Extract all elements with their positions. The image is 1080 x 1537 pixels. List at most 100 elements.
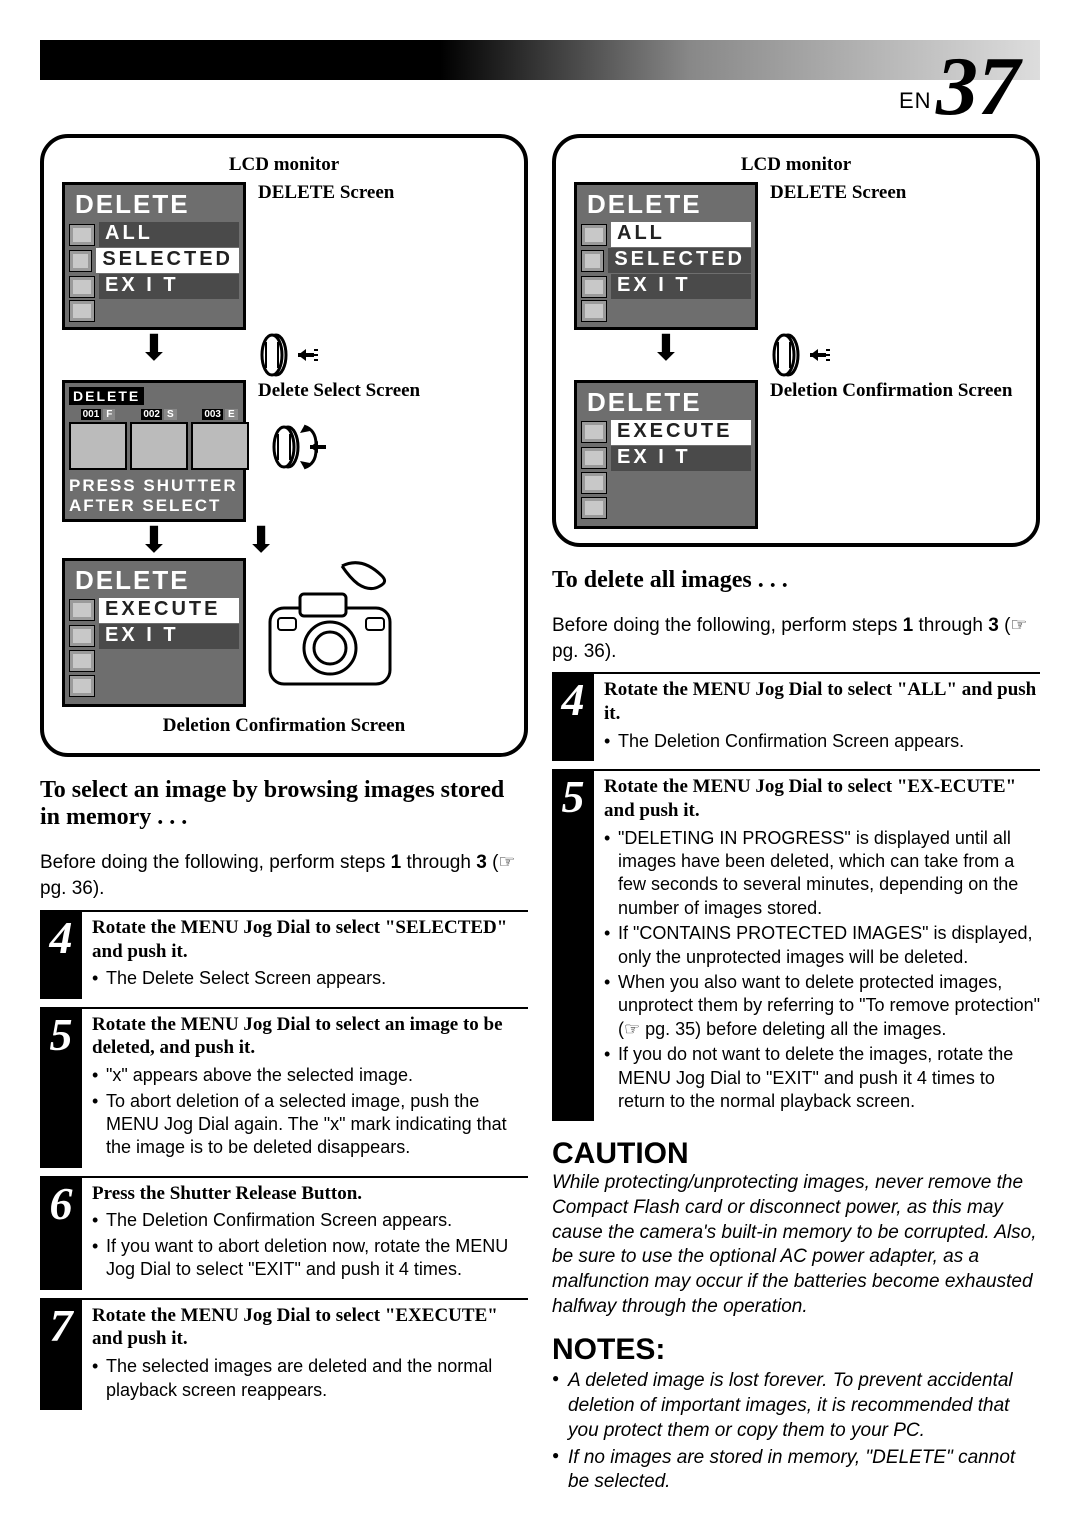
step-bullets: The selected images are deleted and the … (92, 1355, 528, 1402)
thumb-icon (69, 650, 95, 672)
right-intro: Before doing the following, perform step… (552, 613, 1040, 664)
step-bullets: The Delete Select Screen appears. (92, 967, 528, 990)
thumb-icon (581, 250, 604, 272)
step-number: 4 (552, 674, 594, 761)
lcd-delete-menu-screen: DELETE ALL SELECTED EX I T (62, 182, 246, 330)
delete-screen-label: DELETE Screen (770, 182, 1018, 204)
bullet-item: To abort deletion of a selected image, p… (92, 1090, 528, 1160)
step-body: Press the Shutter Release Button.The Del… (82, 1178, 528, 1290)
thumb-icon (69, 300, 95, 322)
deletion-confirmation-label: Deletion Confirmation Screen (770, 380, 1018, 402)
step-title: Rotate the MENU Jog Dial to select "EX-E… (604, 775, 1040, 823)
lcd-deletion-confirmation-screen: DELETE EXECUTE EX I T (574, 380, 758, 529)
caution-body: While protecting/unprotecting images, ne… (552, 1171, 1040, 1319)
camera-press-icon (252, 558, 506, 698)
thumb-icon (581, 276, 607, 298)
thumb-icon (69, 250, 92, 272)
bullet-item: The Deletion Confirmation Screen appears… (604, 730, 1040, 753)
lcd-deletion-confirmation-screen: DELETE EXECUTE EX I T (62, 558, 246, 707)
menu-item: EX I T (99, 274, 239, 299)
down-arrow-icon: ⬇ (62, 524, 246, 556)
left-intro: Before doing the following, perform step… (40, 850, 528, 901)
note-item: If no images are stored in memory, "DELE… (552, 1446, 1040, 1495)
thumb-icon (581, 472, 607, 494)
step-block: 5Rotate the MENU Jog Dial to select an i… (40, 1007, 528, 1168)
lcd-delete-select-screen: DELETE 001F 002S 003E PRESS SHUTTER AFTE… (62, 380, 246, 522)
thumb-icon (69, 675, 95, 697)
bullet-item: "x" appears above the selected image. (92, 1064, 528, 1087)
step-title: Rotate the MENU Jog Dial to select "SELE… (92, 916, 528, 964)
thumb-icon (69, 224, 95, 246)
step-bullets: "x" appears above the selected image. To … (92, 1064, 528, 1160)
step-body: Rotate the MENU Jog Dial to select "EX-E… (594, 771, 1040, 1121)
step-number: 4 (40, 912, 82, 999)
delete-select-screen-label: Delete Select Screen (258, 380, 506, 402)
lcd-diagram-right: LCD monitor DELETE ALL SELECTED EX I T D… (552, 134, 1040, 547)
page-number-value: 37 (936, 40, 1020, 133)
step-title: Rotate the MENU Jog Dial to select an im… (92, 1013, 528, 1061)
thumb-icon (581, 224, 607, 246)
lcd-monitor-label: LCD monitor (62, 154, 506, 176)
lcd-title: DELETE (587, 189, 751, 220)
down-arrow-icon: ⬇ (574, 332, 758, 364)
step-block: 7Rotate the MENU Jog Dial to select "EXE… (40, 1298, 528, 1410)
step-block: 4Rotate the MENU Jog Dial to select "SEL… (40, 910, 528, 999)
lcd-diagram-left: LCD monitor DELETE ALL SELECTED EX I T D… (40, 134, 528, 757)
bullet-item: When you also want to delete protected i… (604, 971, 1040, 1041)
jog-dial-rotate-icon (264, 420, 506, 474)
left-heading: To select an image by browsing images st… (40, 777, 528, 831)
select-footer-1: PRESS SHUTTER (69, 476, 239, 496)
delete-screen-label: DELETE Screen (258, 182, 506, 204)
step-body: Rotate the MENU Jog Dial to select "ALL"… (594, 674, 1040, 761)
bullet-item: If "CONTAINS PROTECTED IMAGES" is displa… (604, 922, 1040, 969)
step-bullets: The Deletion Confirmation Screen appears… (92, 1209, 528, 1281)
page-lang-prefix: EN (899, 88, 932, 113)
deletion-confirmation-caption: Deletion Confirmation Screen (62, 715, 506, 737)
lcd-monitor-label: LCD monitor (574, 154, 1018, 176)
manual-page: EN 37 LCD monitor DELETE ALL SELECTED EX… (0, 40, 1080, 1537)
menu-item: SELECTED (608, 248, 751, 273)
thumb-icon (581, 497, 607, 519)
page-number: EN 37 (0, 62, 1020, 114)
jog-dial-push-icon (252, 328, 506, 382)
bullet-item: The Delete Select Screen appears. (92, 967, 528, 990)
bullet-item: The selected images are deleted and the … (92, 1355, 528, 1402)
bullet-item: The Deletion Confirmation Screen appears… (92, 1209, 528, 1232)
bullet-item: "DELETING IN PROGRESS" is displayed unti… (604, 827, 1040, 921)
thumb-icon (69, 599, 95, 621)
step-bullets: The Deletion Confirmation Screen appears… (604, 730, 1040, 753)
step-title: Rotate the MENU Jog Dial to select "ALL"… (604, 678, 1040, 726)
menu-item: EX I T (611, 274, 751, 299)
menu-item-selected: EXECUTE (611, 420, 751, 445)
menu-item-selected: ALL (611, 222, 751, 247)
jog-dial-push-icon (764, 328, 1018, 382)
select-title: DELETE (69, 387, 144, 405)
menu-item-selected: SELECTED (96, 248, 239, 273)
menu-item: EX I T (99, 624, 239, 649)
step-block: 6Press the Shutter Release Button.The De… (40, 1176, 528, 1290)
lcd-title: DELETE (75, 565, 239, 596)
bullet-item: If you want to abort deletion now, rotat… (92, 1235, 528, 1282)
note-item: A deleted image is lost forever. To prev… (552, 1369, 1040, 1443)
right-column: LCD monitor DELETE ALL SELECTED EX I T D… (552, 134, 1040, 1497)
step-number: 5 (552, 771, 594, 1121)
thumb-icon (69, 625, 95, 647)
menu-item: EX I T (611, 446, 751, 471)
bullet-item: If you do not want to delete the images,… (604, 1043, 1040, 1113)
down-arrow-icon: ⬇ (62, 332, 246, 364)
thumb-icon (581, 300, 607, 322)
thumb-icon (581, 421, 607, 443)
thumb-icon (581, 447, 607, 469)
right-heading: To delete all images . . . (552, 567, 1040, 594)
step-block: 4Rotate the MENU Jog Dial to select "ALL… (552, 672, 1040, 761)
lcd-delete-menu-screen: DELETE ALL SELECTED EX I T (574, 182, 758, 330)
step-body: Rotate the MENU Jog Dial to select "EXEC… (82, 1300, 528, 1410)
select-footer-2: AFTER SELECT (69, 496, 239, 516)
thumb-icon (69, 276, 95, 298)
thumb-003: 003E (191, 409, 249, 470)
lcd-title: DELETE (75, 189, 239, 220)
thumb-002: 002S (130, 409, 188, 470)
step-body: Rotate the MENU Jog Dial to select "SELE… (82, 912, 528, 999)
lcd-title: DELETE (587, 387, 751, 418)
step-body: Rotate the MENU Jog Dial to select an im… (82, 1009, 528, 1168)
